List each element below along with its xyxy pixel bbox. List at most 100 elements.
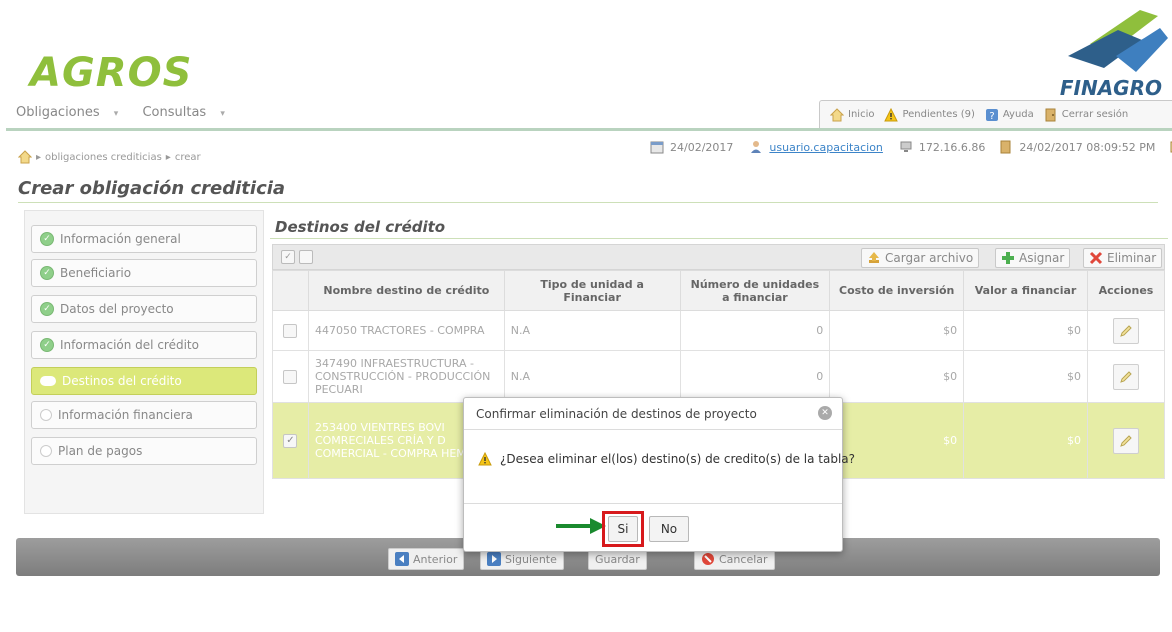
delete-button[interactable]: Eliminar bbox=[1083, 248, 1163, 268]
title-divider bbox=[18, 202, 1158, 203]
grid-toolbar: ✓ Cargar archivo Asignar Eliminar bbox=[272, 244, 1165, 270]
section-title: Destinos del crédito bbox=[275, 218, 446, 236]
row-checkbox[interactable] bbox=[283, 323, 298, 338]
arrow-right-icon bbox=[487, 552, 501, 566]
table-row: 347490 INFRAESTRUCTURA - CONSTRUCCIÓN - … bbox=[272, 350, 1166, 403]
dialog-title: Confirmar eliminación de destinos de pro… bbox=[464, 398, 842, 430]
help-link[interactable]: ? Ayuda bbox=[985, 108, 1034, 122]
edit-button[interactable] bbox=[1112, 363, 1139, 390]
header-divider bbox=[6, 128, 1172, 131]
current-date: 24/02/2017 bbox=[670, 140, 734, 154]
menu-consultas[interactable]: Consultas ▾ bbox=[142, 105, 234, 120]
col-unit-type: Tipo de unidad a Financiar bbox=[503, 270, 681, 311]
section-divider bbox=[270, 238, 1168, 239]
col-cost: Costo de inversión bbox=[829, 270, 965, 311]
agros-logo[interactable]: AGROS bbox=[30, 50, 192, 96]
col-value: Valor a financiar bbox=[963, 270, 1088, 311]
row-checkbox-checked[interactable]: ✓ bbox=[283, 433, 298, 448]
close-icon bbox=[1089, 251, 1103, 265]
step-informacion-financiera[interactable]: Información financiera bbox=[31, 401, 257, 429]
pencil-icon bbox=[1120, 434, 1132, 447]
cancel-icon bbox=[702, 553, 714, 565]
step-informacion-credito[interactable]: ✓ Información del crédito bbox=[31, 331, 257, 359]
confirm-delete-dialog: Confirmar eliminación de destinos de pro… bbox=[463, 397, 855, 552]
cell-units: 0 bbox=[679, 310, 831, 351]
plus-icon bbox=[1002, 252, 1014, 264]
pending-step-icon bbox=[40, 445, 52, 457]
check-icon: ✓ bbox=[40, 266, 54, 280]
dialog-divider bbox=[464, 503, 842, 504]
menu-obligaciones[interactable]: Obligaciones ▾ bbox=[16, 105, 128, 120]
check-icon: ✓ bbox=[40, 338, 54, 352]
door-icon bbox=[1000, 140, 1011, 154]
edit-button[interactable] bbox=[1112, 427, 1139, 454]
table-row: 447050 TRACTORES - COMPRA N.A 0 $0 $0 bbox=[272, 310, 1166, 351]
help-icon: ? bbox=[985, 108, 998, 122]
previous-button[interactable]: Anterior bbox=[388, 548, 465, 570]
header-links: Inicio Pendientes (9) ? Ayuda Cerrar ses… bbox=[819, 100, 1172, 128]
table-header-row: Nombre destino de crédito Tipo de unidad… bbox=[272, 270, 1166, 311]
arrow-left-icon bbox=[395, 552, 409, 566]
pending-link[interactable]: Pendientes (9) bbox=[884, 107, 975, 122]
cell-value: $0 bbox=[963, 350, 1088, 403]
cell-value: $0 bbox=[963, 310, 1088, 351]
breadcrumb-item-crear: crear bbox=[174, 151, 201, 163]
assign-button[interactable]: Asignar bbox=[995, 248, 1071, 268]
svg-text:?: ? bbox=[989, 111, 994, 122]
user-link[interactable]: usuario.capacitacion bbox=[769, 141, 883, 154]
home-link[interactable]: Inicio bbox=[830, 107, 874, 122]
breadcrumb-item-obligaciones[interactable]: obligaciones crediticias bbox=[45, 152, 162, 163]
no-button[interactable]: No bbox=[649, 516, 689, 542]
user-icon bbox=[751, 141, 762, 153]
step-beneficiario[interactable]: ✓ Beneficiario bbox=[31, 259, 257, 287]
col-name: Nombre destino de crédito bbox=[307, 270, 505, 311]
calendar-icon bbox=[650, 141, 664, 154]
app-header: AGROS FINAGRO Obligaciones ▾ Consultas ▾… bbox=[6, 0, 1172, 130]
chevron-down-icon: ▾ bbox=[113, 109, 119, 119]
page-title: Crear obligación crediticia bbox=[18, 178, 286, 199]
cell-cost: $0 bbox=[829, 402, 965, 479]
green-arrow-icon bbox=[556, 518, 606, 534]
cell-name: 447050 TRACTORES - COMPRA bbox=[307, 310, 505, 351]
check-icon: ✓ bbox=[40, 232, 54, 246]
door-icon bbox=[1045, 108, 1056, 121]
cell-value: $0 bbox=[963, 402, 1088, 479]
cell-cost: $0 bbox=[829, 350, 965, 403]
pencil-icon bbox=[1120, 370, 1132, 383]
login-datetime: 24/02/2017 08:09:52 PM bbox=[1019, 140, 1156, 154]
col-select bbox=[272, 270, 309, 311]
steps-sidebar: ✓ Información general ✓ Beneficiario ✓ D… bbox=[24, 210, 264, 514]
step-destinos-credito[interactable]: Destinos del crédito bbox=[31, 367, 257, 395]
edit-button[interactable] bbox=[1112, 317, 1139, 344]
close-icon[interactable]: ✕ bbox=[818, 406, 832, 420]
yes-button[interactable]: Si bbox=[608, 516, 638, 542]
pending-step-icon bbox=[40, 409, 52, 421]
dialog-message: ¿Desea eliminar el(los) destino(s) de cr… bbox=[478, 452, 855, 466]
cell-name: 347490 INFRAESTRUCTURA - CONSTRUCCIÓN - … bbox=[307, 350, 505, 403]
col-actions: Acciones bbox=[1086, 270, 1166, 311]
cell-units: 0 bbox=[679, 350, 831, 403]
session-info: 24/02/2017 usuario.capacitacion 172.16.6… bbox=[650, 140, 1172, 154]
row-checkbox[interactable] bbox=[283, 369, 298, 384]
step-plan-pagos[interactable]: Plan de pagos bbox=[31, 437, 257, 465]
deselect-all-checkbox[interactable] bbox=[299, 250, 313, 264]
upload-icon bbox=[869, 252, 879, 263]
cell-unit-type: N.A bbox=[503, 310, 681, 351]
breadcrumb-arrow-icon: ▸ bbox=[36, 151, 42, 163]
select-all-checkbox[interactable]: ✓ bbox=[281, 250, 295, 264]
network-icon bbox=[900, 141, 912, 152]
warning-icon bbox=[478, 452, 492, 466]
logout-link[interactable]: Cerrar sesión bbox=[1044, 108, 1128, 122]
pencil-icon bbox=[1120, 324, 1132, 337]
step-datos-proyecto[interactable]: ✓ Datos del proyecto bbox=[31, 295, 257, 323]
upload-file-button[interactable]: Cargar archivo bbox=[861, 248, 980, 268]
breadcrumb: ▸ obligaciones crediticias ▸ crear bbox=[18, 150, 201, 164]
cell-unit-type: N.A bbox=[503, 350, 681, 403]
step-informacion-general[interactable]: ✓ Información general bbox=[31, 225, 257, 253]
col-units: Número de unidades a financiar bbox=[679, 270, 831, 311]
ip-address: 172.16.6.86 bbox=[918, 140, 986, 154]
home-icon[interactable] bbox=[18, 150, 32, 164]
warning-icon bbox=[884, 107, 899, 121]
finagro-logo: FINAGRO bbox=[1059, 76, 1162, 100]
cell-cost: $0 bbox=[829, 310, 965, 351]
